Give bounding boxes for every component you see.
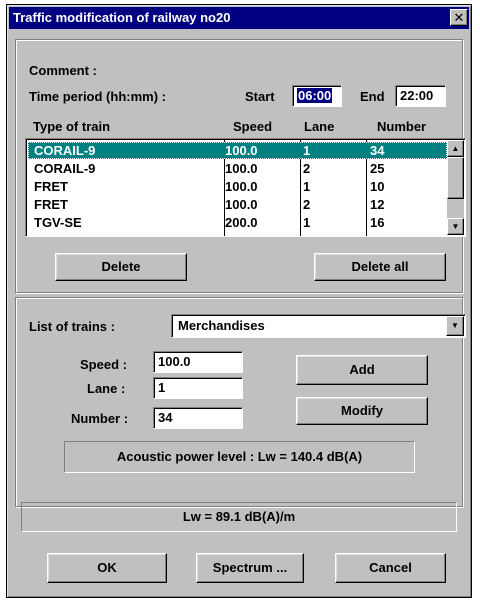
lw-total-readout: Lw = 89.1 dB(A)/m — [21, 502, 457, 532]
train-list-label: List of trains : — [29, 319, 115, 334]
cell-speed: 200.0 — [225, 215, 258, 230]
col-header-type: Type of train — [33, 119, 111, 134]
table-scrollbar[interactable]: ▲ ▼ — [447, 140, 464, 235]
table-row[interactable]: CORAIL-9 100.0 1 34 — [28, 142, 447, 159]
cell-number: 25 — [370, 161, 385, 176]
modify-button[interactable]: Modify — [296, 397, 428, 425]
cell-lane: 1 — [303, 143, 311, 158]
train-table[interactable]: CORAIL-9 100.0 1 34 CORAIL-9 100.0 2 25 … — [25, 138, 466, 237]
cancel-button[interactable]: Cancel — [335, 553, 446, 583]
cell-lane: 1 — [303, 179, 311, 194]
speed-input[interactable]: 100.0 — [153, 351, 243, 373]
speed-label: Speed : — [80, 357, 127, 372]
cell-speed: 100.0 — [225, 143, 258, 158]
table-row[interactable]: FRET 100.0 1 10 — [28, 178, 447, 195]
cell-lane: 1 — [303, 215, 311, 230]
close-icon[interactable]: ✕ — [450, 9, 468, 26]
train-list-value: Merchandises — [178, 318, 265, 333]
cell-type: CORAIL-9 — [34, 161, 96, 176]
cell-number: 16 — [370, 215, 385, 230]
dialog-window: Traffic modification of railway no20 ✕ C… — [6, 4, 472, 598]
scroll-up-icon[interactable]: ▲ — [447, 140, 464, 157]
title-bar[interactable]: Traffic modification of railway no20 ✕ — [9, 7, 469, 29]
window-title: Traffic modification of railway no20 — [13, 10, 231, 25]
cell-speed: 100.0 — [225, 197, 258, 212]
cell-type: FRET — [34, 197, 68, 212]
start-time-input[interactable]: 06:00 — [292, 85, 342, 107]
scroll-thumb[interactable] — [447, 157, 464, 199]
lane-input[interactable]: 1 — [153, 377, 243, 399]
cell-number: 34 — [370, 143, 385, 158]
chevron-down-icon[interactable]: ▼ — [446, 316, 464, 336]
delete-button[interactable]: Delete — [55, 253, 187, 281]
cell-type: FRET — [34, 179, 68, 194]
number-label: Number : — [71, 411, 129, 426]
time-period-label: Time period (hh:mm) : — [29, 89, 166, 104]
comment-label: Comment : — [29, 63, 97, 78]
add-button[interactable]: Add — [296, 355, 428, 385]
spectrum-button[interactable]: Spectrum ... — [196, 553, 304, 583]
scroll-down-icon[interactable]: ▼ — [447, 218, 464, 235]
end-label: End — [360, 89, 385, 104]
cell-number: 12 — [370, 197, 385, 212]
delete-all-button[interactable]: Delete all — [314, 253, 446, 281]
cell-type: TGV-SE — [34, 215, 82, 230]
col-header-number: Number — [377, 119, 427, 134]
acoustic-power-level: Acoustic power level : Lw = 140.4 dB(A) — [64, 441, 415, 473]
train-list-select[interactable]: Merchandises ▼ — [171, 314, 466, 338]
cell-type: CORAIL-9 — [34, 143, 96, 158]
ok-button[interactable]: OK — [47, 553, 167, 583]
end-time-input[interactable]: 22:00 — [395, 85, 446, 107]
table-row[interactable]: FRET 100.0 2 12 — [28, 196, 447, 213]
lane-label: Lane : — [87, 381, 126, 396]
table-row[interactable]: TGV-SE 200.0 1 16 — [28, 214, 447, 231]
cell-lane: 2 — [303, 197, 311, 212]
cell-speed: 100.0 — [225, 179, 258, 194]
col-header-speed: Speed — [233, 119, 273, 134]
cell-speed: 100.0 — [225, 161, 258, 176]
number-input[interactable]: 34 — [153, 407, 243, 429]
table-row[interactable]: CORAIL-9 100.0 2 25 — [28, 160, 447, 177]
col-header-lane: Lane — [304, 119, 335, 134]
start-label: Start — [245, 89, 275, 104]
cell-lane: 2 — [303, 161, 311, 176]
cell-number: 10 — [370, 179, 385, 194]
